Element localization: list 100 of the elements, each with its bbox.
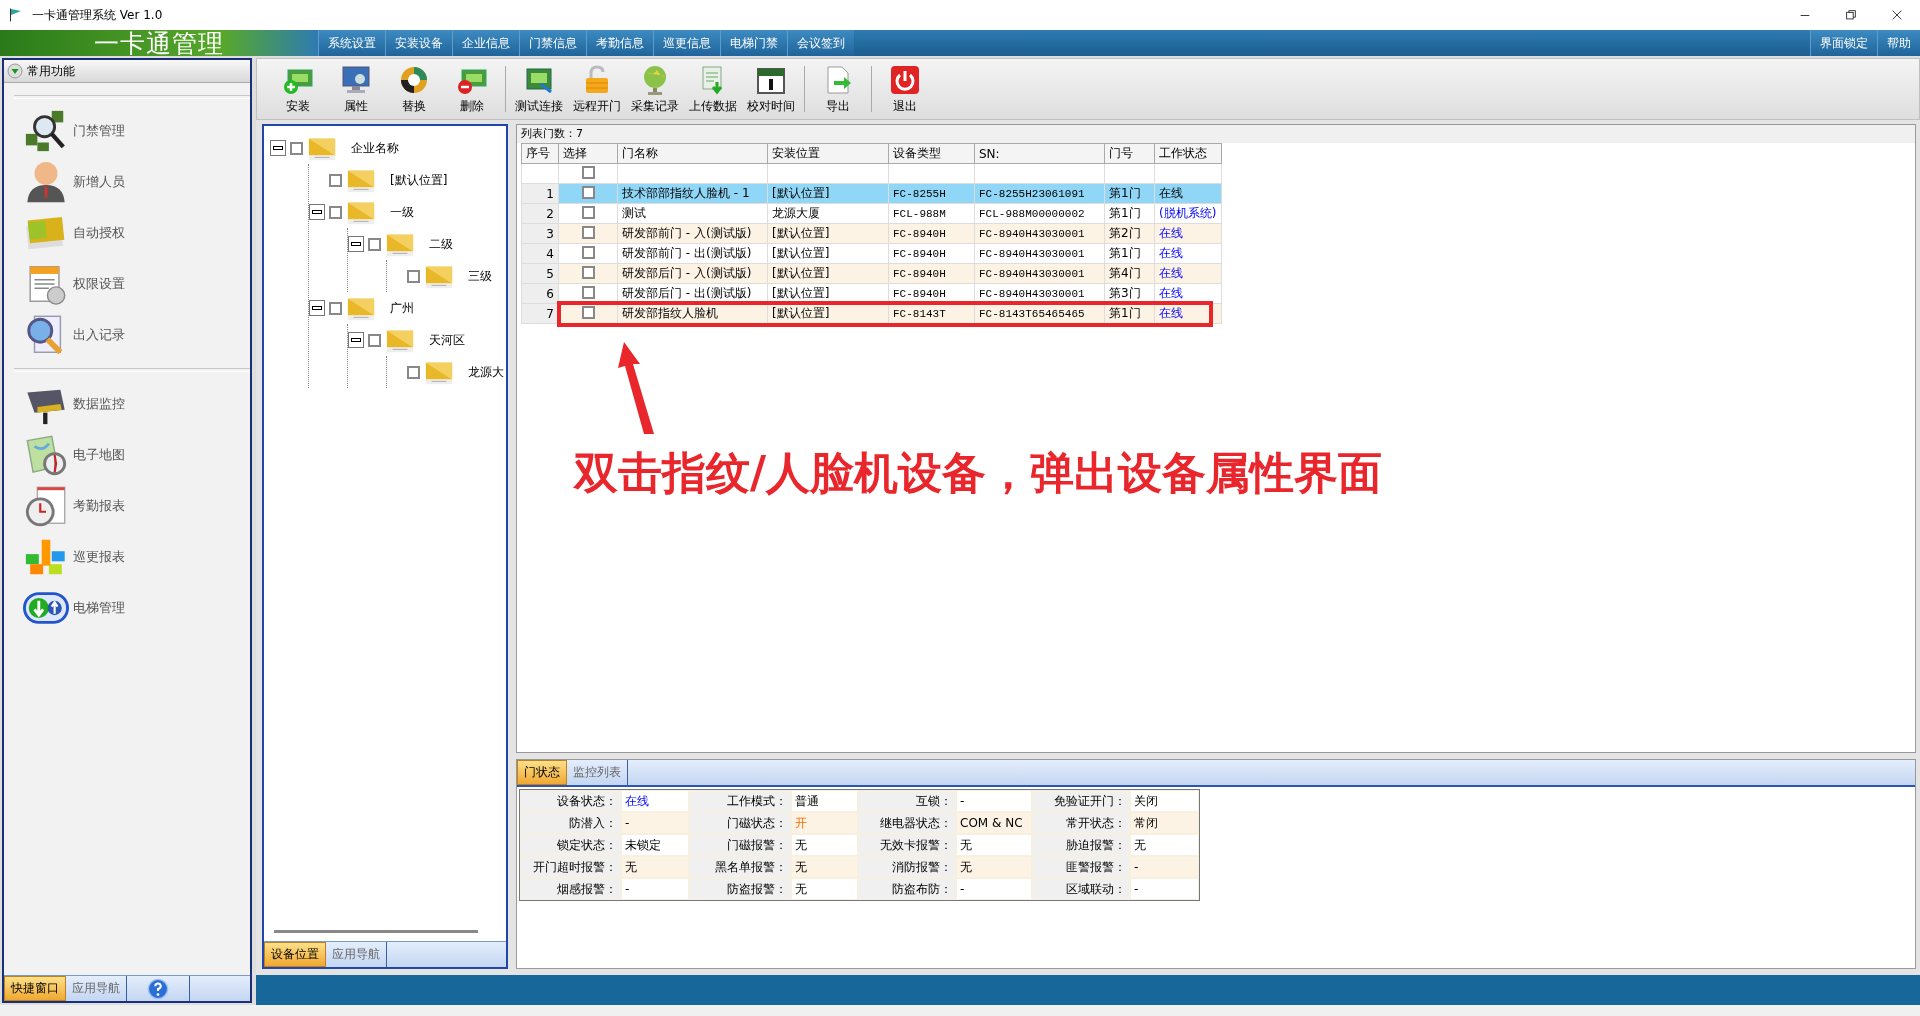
nav-item[interactable]: 新增人员 [4,156,250,207]
column-header[interactable]: SN: [974,143,1105,164]
collapse-button[interactable] [348,236,364,252]
tree-item[interactable]: [默认位置] [390,171,448,189]
tree-item[interactable]: 三级 [468,267,492,285]
tree-item[interactable]: 企业名称 [351,139,399,157]
menu-item[interactable]: 界面锁定 [1810,30,1877,56]
tree-item[interactable]: 广州 [390,299,414,317]
collapse-button[interactable] [348,332,364,348]
tab[interactable]: 快捷窗口 [4,976,66,1001]
scrollbar[interactable] [274,930,478,933]
tree-item[interactable]: 一级 [390,203,414,221]
tree-item[interactable]: 二级 [429,235,453,253]
checkbox[interactable] [407,365,420,379]
toolbar-button[interactable]: 替换 [385,63,443,115]
field-value: 无 [956,856,1032,878]
field-label: 免验证开门： [1032,790,1130,812]
toolbar-button[interactable]: 安装 [269,63,327,115]
tab[interactable]: 设备位置 [264,942,326,967]
nav-item[interactable]: 门禁管理 [4,105,250,156]
checkbox[interactable] [581,165,595,179]
menu-item[interactable]: 帮助 [1877,30,1920,56]
field-value: - [1130,878,1199,900]
checkbox[interactable] [581,265,595,279]
field-label: 互锁： [858,790,956,812]
toolbar-button[interactable]: 退出 [876,63,934,115]
checkbox[interactable] [581,245,595,259]
checkbox[interactable] [290,141,303,155]
field-value: COM & NC [956,812,1032,834]
toolbar-button[interactable]: 测试连接 [510,63,568,115]
column-header[interactable]: 序号 [521,143,559,164]
menu-item[interactable]: 企业信息 [452,30,519,56]
collapse-button[interactable] [270,140,286,156]
column-header[interactable]: 选择 [558,143,618,164]
menu-item[interactable]: 安装设备 [385,30,452,56]
menu-item[interactable]: 门禁信息 [519,30,586,56]
nav-item[interactable]: 电梯管理 [4,582,250,633]
menu-item[interactable]: 会议签到 [787,30,854,56]
toolbar-button[interactable]: 导出 [809,63,867,115]
checkbox[interactable] [368,237,381,251]
power-icon [889,63,921,96]
checkbox[interactable] [581,205,595,219]
field-label: 防潜入： [520,812,621,834]
field-label: 匪警报警： [1032,856,1130,878]
checkbox[interactable] [329,205,342,219]
menu-item[interactable]: 考勤信息 [586,30,653,56]
app-logo: 一卡通管理 [0,30,318,56]
field-value: - [621,878,689,900]
toolbar-button[interactable]: 上传数据 [684,63,742,115]
collapse-button[interactable] [309,300,325,316]
help-icon [147,977,169,1000]
tab[interactable]: 门状态 [517,760,567,785]
toolbar-button[interactable]: 删除 [443,63,501,115]
field-label: 开门超时报警： [520,856,621,878]
field-value: 关闭 [1130,790,1199,812]
tab[interactable]: 应用导航 [66,976,127,1001]
checkbox[interactable] [581,185,595,199]
checkbox[interactable] [581,305,595,319]
column-header[interactable]: 设备类型 [888,143,975,164]
collapse-button[interactable] [309,204,325,220]
checkbox[interactable] [368,333,381,347]
field-value: 未锁定 [621,834,689,856]
nav-item[interactable]: 电子地图 [4,429,250,480]
field-label: 无效卡报警： [858,834,956,856]
field-value: 无 [1130,834,1199,856]
toolbar-button[interactable]: 远程开门 [568,63,626,115]
nav-item[interactable]: 出入记录 [4,309,250,360]
column-header[interactable]: 工作状态 [1154,143,1222,164]
toolbar-button[interactable]: 属性 [327,63,385,115]
tab[interactable]: 监控列表 [567,760,628,785]
menu-item[interactable]: 巡更信息 [653,30,720,56]
column-header[interactable]: 门名称 [617,143,768,164]
section-header[interactable]: 常用功能 [4,60,250,83]
checkbox[interactable] [581,285,595,299]
field-value: 常闭 [1130,812,1199,834]
column-header[interactable]: 安装位置 [767,143,889,164]
checkbox[interactable] [329,173,342,187]
checkbox[interactable] [581,225,595,239]
close-icon[interactable] [1890,8,1904,22]
restore-icon[interactable] [1844,8,1858,22]
toolbar-button[interactable]: 采集记录 [626,63,684,115]
window-title: 一卡通管理系统 Ver 1.0 [32,6,163,24]
field-label: 常开状态： [1032,812,1130,834]
checkbox[interactable] [329,301,342,315]
tab[interactable]: 应用导航 [326,942,387,967]
field-label: 锁定状态： [520,834,621,856]
nav-item[interactable]: 权限设置 [4,258,250,309]
field-value: 在线 [621,790,689,812]
nav-item[interactable]: 数据监控 [4,378,250,429]
nav-item[interactable]: 自动授权 [4,207,250,258]
menu-item[interactable]: 系统设置 [318,30,385,56]
toolbar-button[interactable]: 校对时间 [742,63,800,115]
menu-item[interactable]: 电梯门禁 [720,30,787,56]
tree-item[interactable]: 天河区 [429,331,465,349]
tree-item[interactable]: 龙源大 [468,363,504,381]
column-header[interactable]: 门号 [1104,143,1155,164]
nav-item[interactable]: 巡更报表 [4,531,250,582]
nav-item[interactable]: 考勤报表 [4,480,250,531]
checkbox[interactable] [407,269,420,283]
field-label: 工作模式： [689,790,791,812]
